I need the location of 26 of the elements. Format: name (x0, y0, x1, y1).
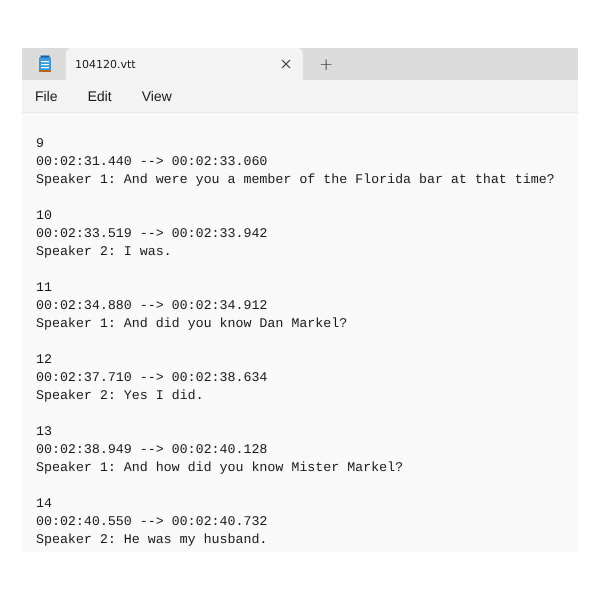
cue-number: 14 (36, 495, 53, 513)
close-icon[interactable] (281, 59, 291, 69)
cue-number: 11 (36, 279, 53, 297)
cue-timing: 00:02:34.880 --> 00:02:34.912 (36, 297, 268, 315)
cue-timing: 00:02:37.710 --> 00:02:38.634 (36, 369, 268, 387)
cue-timing: 00:02:31.440 --> 00:02:33.060 (36, 153, 268, 171)
cue-timing: 00:02:33.519 --> 00:02:33.942 (36, 225, 268, 243)
file-tab[interactable]: 104120.vtt (66, 48, 303, 80)
cue-number: 9 (36, 135, 45, 153)
cue-text: Speaker 2: I was. (36, 243, 173, 261)
menu-item[interactable]: View (132, 84, 181, 108)
menu-item[interactable]: Edit (78, 84, 121, 108)
cue-number: 13 (36, 423, 53, 441)
notepad-icon (38, 55, 52, 73)
cue-number: 10 (36, 207, 53, 225)
cue-text: Speaker 1: And were you a member of the Florida bar at that time? (36, 171, 556, 189)
tab-title: 104120.vtt (75, 58, 137, 70)
cue-text: Speaker 1: And how did you know Mister Markel? (36, 459, 404, 477)
cue-timing: 00:02:38.949 --> 00:02:40.128 (36, 441, 268, 459)
cue-number: 12 (36, 351, 53, 369)
cue-text: Speaker 2: Yes I did. (36, 387, 205, 405)
cue-text: Speaker 2: He was my husband. (36, 531, 268, 549)
menu-item[interactable]: File (26, 84, 67, 108)
cue-timing: 00:02:40.550 --> 00:02:40.732 (36, 513, 268, 531)
new-tab-button[interactable]: + (313, 55, 340, 75)
cue-text: Speaker 1: And did you know Dan Markel? (36, 315, 348, 333)
